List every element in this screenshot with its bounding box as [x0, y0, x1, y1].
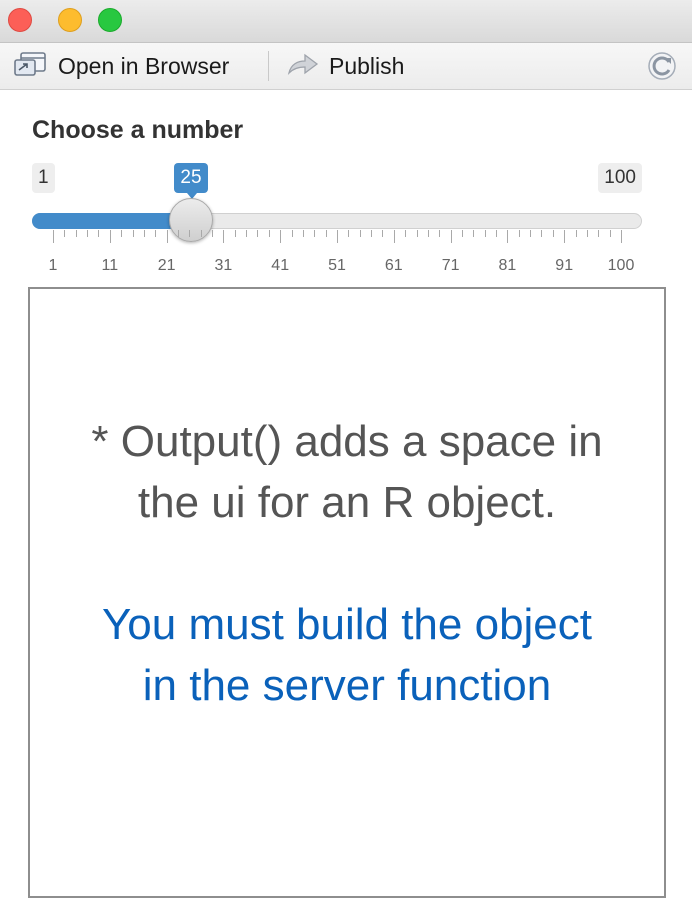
slider-minor-tick — [246, 230, 248, 237]
slider-minor-tick — [416, 230, 418, 237]
slider-minor-tick — [132, 230, 134, 237]
slider-minor-tick — [155, 230, 157, 237]
slider-ticks: 1 11 21 31 41 51 61 71 81 91 100 — [0, 230, 692, 280]
slider-major-tick — [393, 230, 395, 243]
slider-minor-tick — [200, 230, 202, 237]
slider-value-badge: 25 — [174, 163, 208, 199]
slider-minor-tick — [212, 230, 214, 237]
refresh-icon[interactable] — [646, 50, 678, 82]
publish-arrow-icon — [287, 51, 319, 82]
viewer-toolbar: Open in Browser Publish — [0, 43, 692, 90]
slider-minor-tick — [314, 230, 316, 237]
slider-minor-tick — [439, 230, 441, 237]
slider-minor-tick — [302, 230, 304, 237]
slider-tick-label: 51 — [328, 257, 346, 274]
server-note-line-1: You must build the object — [101, 600, 593, 649]
slider-minor-tick — [64, 230, 66, 237]
slider-minor-tick — [257, 230, 259, 237]
title-bar — [0, 0, 692, 43]
slider-major-tick — [337, 230, 338, 243]
slider-minor-tick — [75, 230, 77, 237]
slider-min-badge: 1 — [32, 163, 55, 193]
slider-minor-tick — [268, 230, 270, 237]
server-note-line-2: in the server function — [142, 661, 552, 710]
publish-button[interactable]: Publish — [287, 43, 404, 89]
slider-major-tick — [223, 230, 225, 243]
slider-minor-tick — [427, 230, 429, 237]
slider-major-tick — [507, 230, 509, 243]
slider-minor-tick — [359, 230, 361, 237]
slider-major-tick — [564, 230, 566, 243]
slider-minor-tick — [87, 230, 89, 237]
open-in-browser-button[interactable]: Open in Browser — [14, 43, 229, 89]
output-note-line-1: * Output() adds a space in — [91, 417, 603, 466]
slider-minor-tick — [121, 230, 123, 237]
slider-minor-tick — [496, 230, 498, 237]
slider-minor-tick — [348, 230, 350, 237]
slider-tick-label: 31 — [214, 257, 233, 274]
slider-minor-tick — [541, 230, 543, 237]
slider-tick-label: 81 — [498, 257, 517, 274]
slider-tick-label: 61 — [384, 257, 403, 274]
slider-tick-label: 1 — [48, 257, 58, 274]
slider-label: Choose a number — [32, 116, 244, 144]
slider-tick-label: 71 — [441, 257, 460, 274]
open-in-browser-label: Open in Browser — [58, 52, 230, 79]
slider-minor-tick — [530, 230, 532, 237]
slider-tick-label: 100 — [607, 257, 635, 274]
server-note: You must build the object in the server … — [30, 594, 664, 716]
slider-major-tick — [280, 230, 282, 243]
slider-max-badge: 100 — [598, 163, 642, 193]
slider-minor-tick — [598, 230, 600, 237]
slider-minor-tick — [291, 230, 293, 237]
slider-tick-label: 11 — [101, 257, 119, 274]
slider-track-fill — [32, 213, 192, 229]
toolbar-separator — [268, 51, 269, 81]
slider-major-tick — [53, 230, 54, 243]
slider-minor-tick — [461, 230, 463, 237]
slider-minor-tick — [325, 230, 327, 237]
slider-minor-tick — [382, 230, 384, 237]
slider-minor-tick — [189, 230, 191, 237]
slider-tick-label: 91 — [555, 257, 574, 274]
zoom-window-button[interactable] — [98, 8, 122, 32]
slider-minor-tick — [575, 230, 577, 237]
publish-label: Publish — [329, 52, 405, 79]
slider-minor-tick — [552, 230, 554, 237]
output-box: * Output() adds a space in the ui for an… — [28, 287, 666, 898]
slider-minor-tick — [143, 230, 145, 237]
slider-minor-tick — [177, 230, 179, 237]
app-window: Open in Browser Publish Choose a number … — [0, 0, 692, 917]
slider-major-tick — [450, 230, 452, 243]
slider-major-tick — [109, 230, 111, 243]
slider-tick-label: 41 — [271, 257, 290, 274]
close-window-button[interactable] — [8, 8, 32, 32]
slider-minor-tick — [371, 230, 373, 237]
slider-minor-tick — [609, 230, 611, 237]
browser-window-icon — [14, 51, 48, 82]
slider-tick-label: 21 — [157, 257, 176, 274]
slider-minor-tick — [234, 230, 236, 237]
slider-major-tick — [166, 230, 168, 243]
slider-minor-tick — [98, 230, 100, 237]
slider-minor-tick — [473, 230, 475, 237]
slider-minor-tick — [405, 230, 407, 237]
output-note-line-2: the ui for an R object. — [137, 478, 557, 527]
slider-major-tick — [621, 230, 622, 243]
slider-minor-tick — [518, 230, 520, 237]
slider-minor-tick — [586, 230, 588, 237]
minimize-window-button[interactable] — [58, 8, 82, 32]
output-note: * Output() adds a space in the ui for an… — [30, 411, 664, 533]
slider-minor-tick — [484, 230, 486, 237]
